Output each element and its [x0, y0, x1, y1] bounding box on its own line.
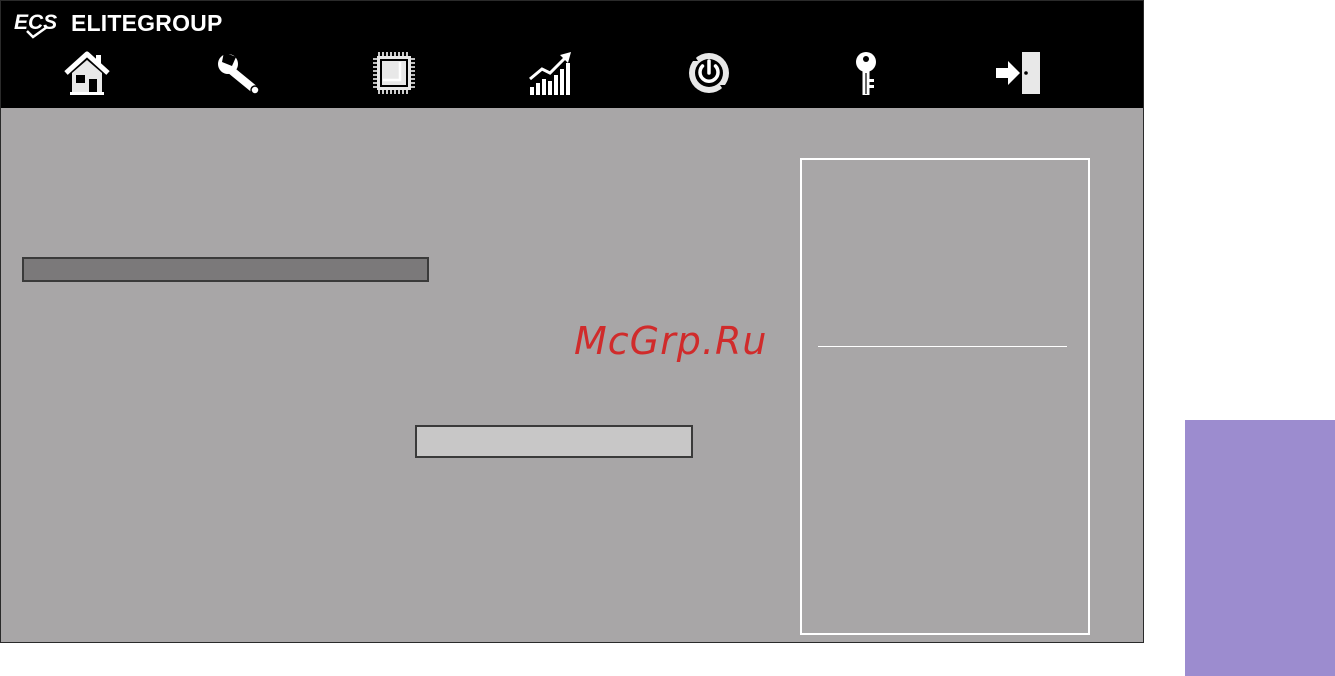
- bios-window: ECS ELITEGROUP McGrp.Ru: [0, 0, 1144, 643]
- top-navigation-bar: ECS ELITEGROUP: [1, 1, 1143, 108]
- side-chapter-tab: [1185, 420, 1335, 676]
- brand: ECS ELITEGROUP: [13, 7, 223, 39]
- nav-advanced-tab[interactable]: [211, 47, 267, 99]
- power-icon: [689, 53, 729, 93]
- ecs-logo-text: ECS: [14, 11, 57, 34]
- wrench-icon: [218, 52, 260, 95]
- nav-security-tab[interactable]: [838, 47, 894, 99]
- brand-name: ELITEGROUP: [71, 9, 223, 36]
- performance-graph-icon: [529, 52, 571, 95]
- key-icon: [856, 52, 876, 95]
- nav-performance-tab[interactable]: [523, 47, 579, 99]
- help-divider: [818, 346, 1067, 347]
- main-menu: [1, 41, 1143, 105]
- nav-main-tab[interactable]: [59, 47, 115, 99]
- nav-exit-tab[interactable]: [991, 47, 1047, 99]
- help-panel: [800, 158, 1090, 635]
- ecs-logo: ECS: [14, 11, 57, 39]
- nav-chipset-tab[interactable]: [366, 47, 422, 99]
- watermark: McGrp.Ru: [574, 319, 768, 363]
- chip-icon: [373, 52, 415, 94]
- home-icon: [64, 51, 110, 95]
- selected-setting-bar[interactable]: [22, 257, 429, 282]
- nav-boot-tab[interactable]: [681, 47, 737, 99]
- exit-door-icon: [996, 52, 1040, 94]
- setting-value-box[interactable]: [415, 425, 693, 458]
